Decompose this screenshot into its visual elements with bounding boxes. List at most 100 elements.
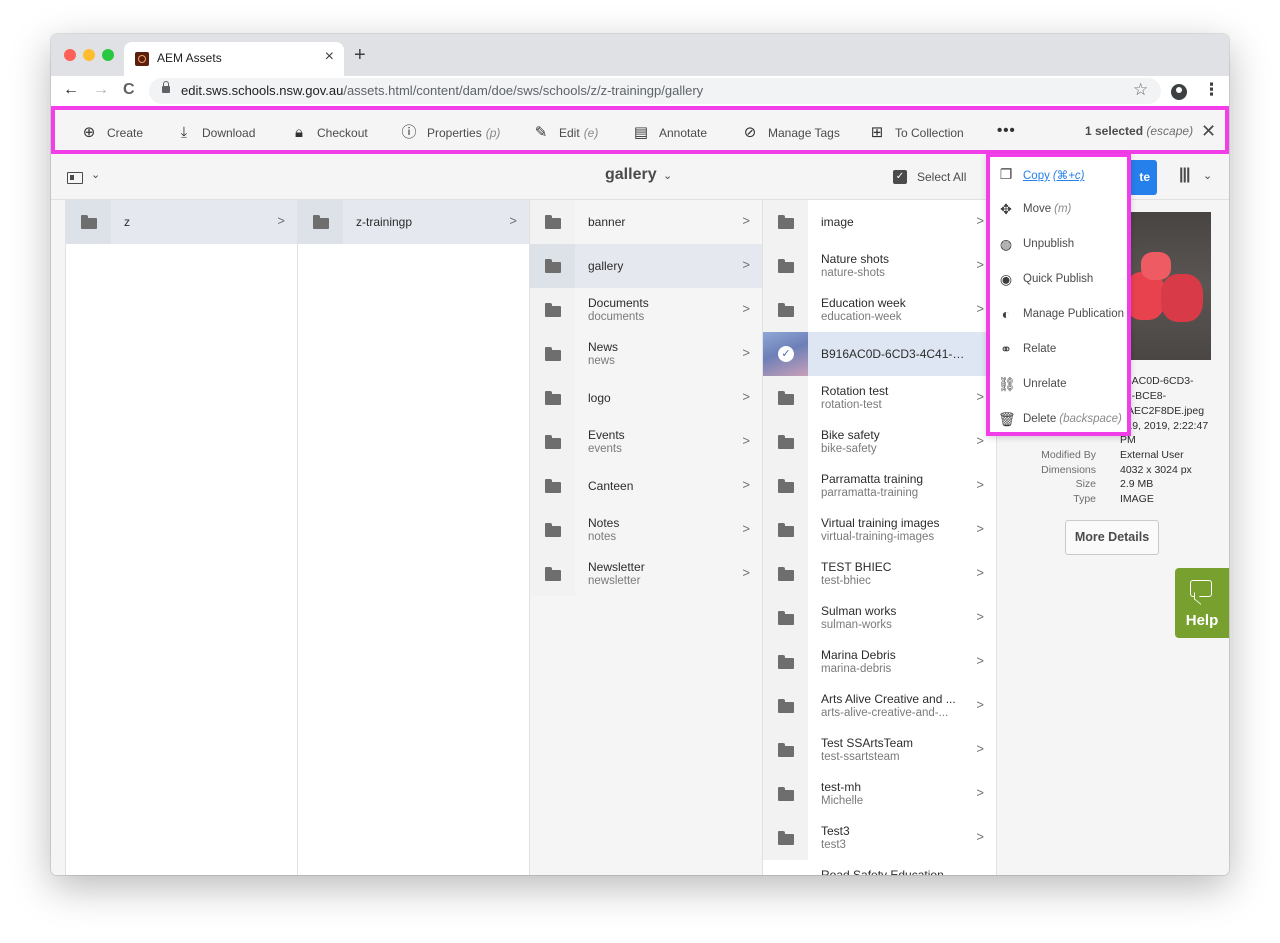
item-title: Parramatta training — [821, 472, 924, 486]
help-button[interactable]: Help — [1175, 568, 1229, 638]
list-item[interactable]: Notes notes > — [530, 508, 762, 552]
thumbnail — [530, 552, 575, 596]
close-selection-icon[interactable]: ✕ — [1201, 121, 1216, 141]
folder-icon — [778, 743, 794, 757]
list-item[interactable]: Nature shots nature-shots > — [763, 244, 996, 288]
checkout-button[interactable]: 🔒︎ Checkout — [291, 124, 368, 142]
menu-item-delete[interactable]: 🗑︎ Delete (backspace) — [990, 402, 1127, 437]
asset-name-line: 16AC0D-6CD3- — [1120, 375, 1194, 387]
browser-tab[interactable]: AEM Assets × — [124, 42, 344, 76]
new-tab-button[interactable]: + — [354, 44, 366, 66]
chevron-right-icon: > — [742, 565, 750, 580]
list-item[interactable]: banner > — [530, 200, 762, 244]
list-item[interactable]: ✓ B916AC0D-6CD3-4C41-BCE8-0... — [763, 332, 996, 376]
meta-value: External User — [1120, 449, 1184, 461]
meta-key: Dimensions — [1041, 464, 1096, 476]
item-subtitle: news — [588, 355, 615, 367]
create-button[interactable]: ⊕ Create — [81, 124, 143, 142]
address-bar: ← → C edit.sws.schools.nsw.gov.au/assets… — [51, 76, 1229, 106]
list-item[interactable]: Marina Debris marina-debris > — [763, 640, 996, 684]
menu-item-quick-publish[interactable]: ◉ Quick Publish — [990, 262, 1127, 297]
item-title: Documents — [588, 296, 649, 310]
menu-item-text: Manage Publication — [1023, 308, 1124, 320]
list-item[interactable]: Road Safety Education — [763, 860, 996, 875]
list-item[interactable]: test-mh Michelle > — [763, 772, 996, 816]
menu-item-unrelate[interactable]: ⛓ Unrelate — [990, 367, 1127, 402]
folder-icon — [778, 435, 794, 449]
list-item[interactable]: Rotation test rotation-test > — [763, 376, 996, 420]
menu-item-copy[interactable]: ❐ Copy (⌘+c) — [990, 157, 1127, 192]
item-title: News — [588, 340, 619, 354]
download-button[interactable]: ⤓ Download — [176, 124, 256, 142]
forward-icon[interactable]: → — [93, 80, 109, 100]
list-item[interactable]: logo > — [530, 376, 762, 420]
tab-close-icon[interactable]: × — [325, 48, 334, 66]
account-icon[interactable] — [1171, 84, 1187, 100]
tab-title: AEM Assets — [157, 51, 222, 65]
folder-icon — [545, 523, 561, 537]
select-all-button[interactable]: ✓ Select All — [893, 170, 966, 184]
list-item[interactable]: z > — [66, 200, 297, 244]
back-icon[interactable]: ← — [63, 80, 79, 100]
list-item[interactable]: Newsletter newsletter > — [530, 552, 762, 596]
list-item[interactable]: News news > — [530, 332, 762, 376]
chevron-down-icon[interactable]: ⌄ — [91, 168, 100, 181]
help-label: Help — [1185, 612, 1219, 629]
breadcrumb-chevron-icon[interactable]: ⌄ — [663, 169, 672, 182]
thumbnail — [763, 640, 808, 684]
edit-button[interactable]: ✎ Edit (e) — [533, 124, 599, 142]
image-detail — [1141, 252, 1171, 280]
more-actions-icon[interactable]: ••• — [997, 122, 1016, 139]
menu-item-move[interactable]: ✥ Move (m) — [990, 192, 1127, 227]
minimize-window-button[interactable] — [83, 49, 95, 61]
list-item[interactable]: Sulman works sulman-works > — [763, 596, 996, 640]
list-item[interactable]: Documents documents > — [530, 288, 762, 332]
list-item[interactable]: Test SSArtsTeam test-ssartsteam > — [763, 728, 996, 772]
reload-icon[interactable]: C — [123, 80, 135, 100]
list-item[interactable]: Parramatta training parramatta-training > — [763, 464, 996, 508]
chevron-right-icon: > — [277, 213, 285, 228]
item-title: Test SSArtsTeam — [821, 736, 914, 750]
bookmark-star-icon[interactable]: ☆ — [1133, 80, 1148, 100]
more-details-button[interactable]: More Details — [1065, 520, 1159, 555]
maximize-window-button[interactable] — [102, 49, 114, 61]
menu-item-unpublish[interactable]: ◍ Unpublish — [990, 227, 1127, 262]
list-item[interactable]: Education week education-week > — [763, 288, 996, 332]
selection-count: 1 selected (escape) — [1085, 124, 1193, 138]
url-field[interactable]: edit.sws.schools.nsw.gov.au/assets.html/… — [149, 78, 1161, 104]
item-subtitle: documents — [588, 311, 645, 323]
column-view-icon[interactable]: ||| — [1179, 166, 1190, 184]
item-subtitle: rotation-test — [821, 399, 882, 411]
annotate-button[interactable]: ▤ Annotate — [633, 124, 707, 142]
list-item[interactable]: Virtual training images virtual-training-… — [763, 508, 996, 552]
list-item[interactable]: z-trainingp > — [298, 200, 529, 244]
chevron-right-icon: > — [742, 433, 750, 448]
thumbnail — [763, 596, 808, 640]
list-item[interactable]: Test3 test3 > — [763, 816, 996, 860]
list-item[interactable]: Arts Alive Creative and ... arts-alive-cr… — [763, 684, 996, 728]
view-chevron-icon[interactable]: ⌄ — [1203, 169, 1212, 182]
menu-item-relate[interactable]: ⚭ Relate — [990, 332, 1127, 367]
list-item[interactable]: TEST BHIEC test-bhiec > — [763, 552, 996, 596]
menu-item-manage-publication[interactable]: ◐ Manage Publication — [990, 297, 1127, 332]
chevron-right-icon: > — [742, 389, 750, 404]
list-item[interactable]: Events events > — [530, 420, 762, 464]
breadcrumb[interactable]: gallery — [605, 166, 657, 184]
aem-favicon-icon — [135, 52, 149, 66]
list-item[interactable]: Bike safety bike-safety > — [763, 420, 996, 464]
list-item[interactable]: image > — [763, 200, 996, 244]
list-item[interactable]: gallery > — [530, 244, 762, 288]
close-window-button[interactable] — [64, 49, 76, 61]
manage-tags-button[interactable]: ⊘ Manage Tags — [742, 124, 840, 142]
quick-publish-icon: ◉ — [999, 271, 1013, 287]
image-detail — [1161, 274, 1203, 322]
item-title: test-mh — [821, 780, 862, 794]
menu-item-text: Unpublish — [1023, 238, 1074, 250]
annotate-icon: ▤ — [633, 124, 649, 141]
list-item[interactable]: Canteen > — [530, 464, 762, 508]
to-collection-button[interactable]: ⊞ To Collection — [869, 124, 964, 142]
rail-toggle-icon[interactable] — [67, 172, 83, 184]
browser-menu-icon[interactable]: ⋮ — [1203, 79, 1220, 101]
properties-button[interactable]: ⓘ Properties (p) — [401, 124, 500, 142]
more-actions-menu: ❐ Copy (⌘+c) ✥ Move (m) ◍ Unpublish ◉ Quick Publi… — [986, 153, 1131, 436]
